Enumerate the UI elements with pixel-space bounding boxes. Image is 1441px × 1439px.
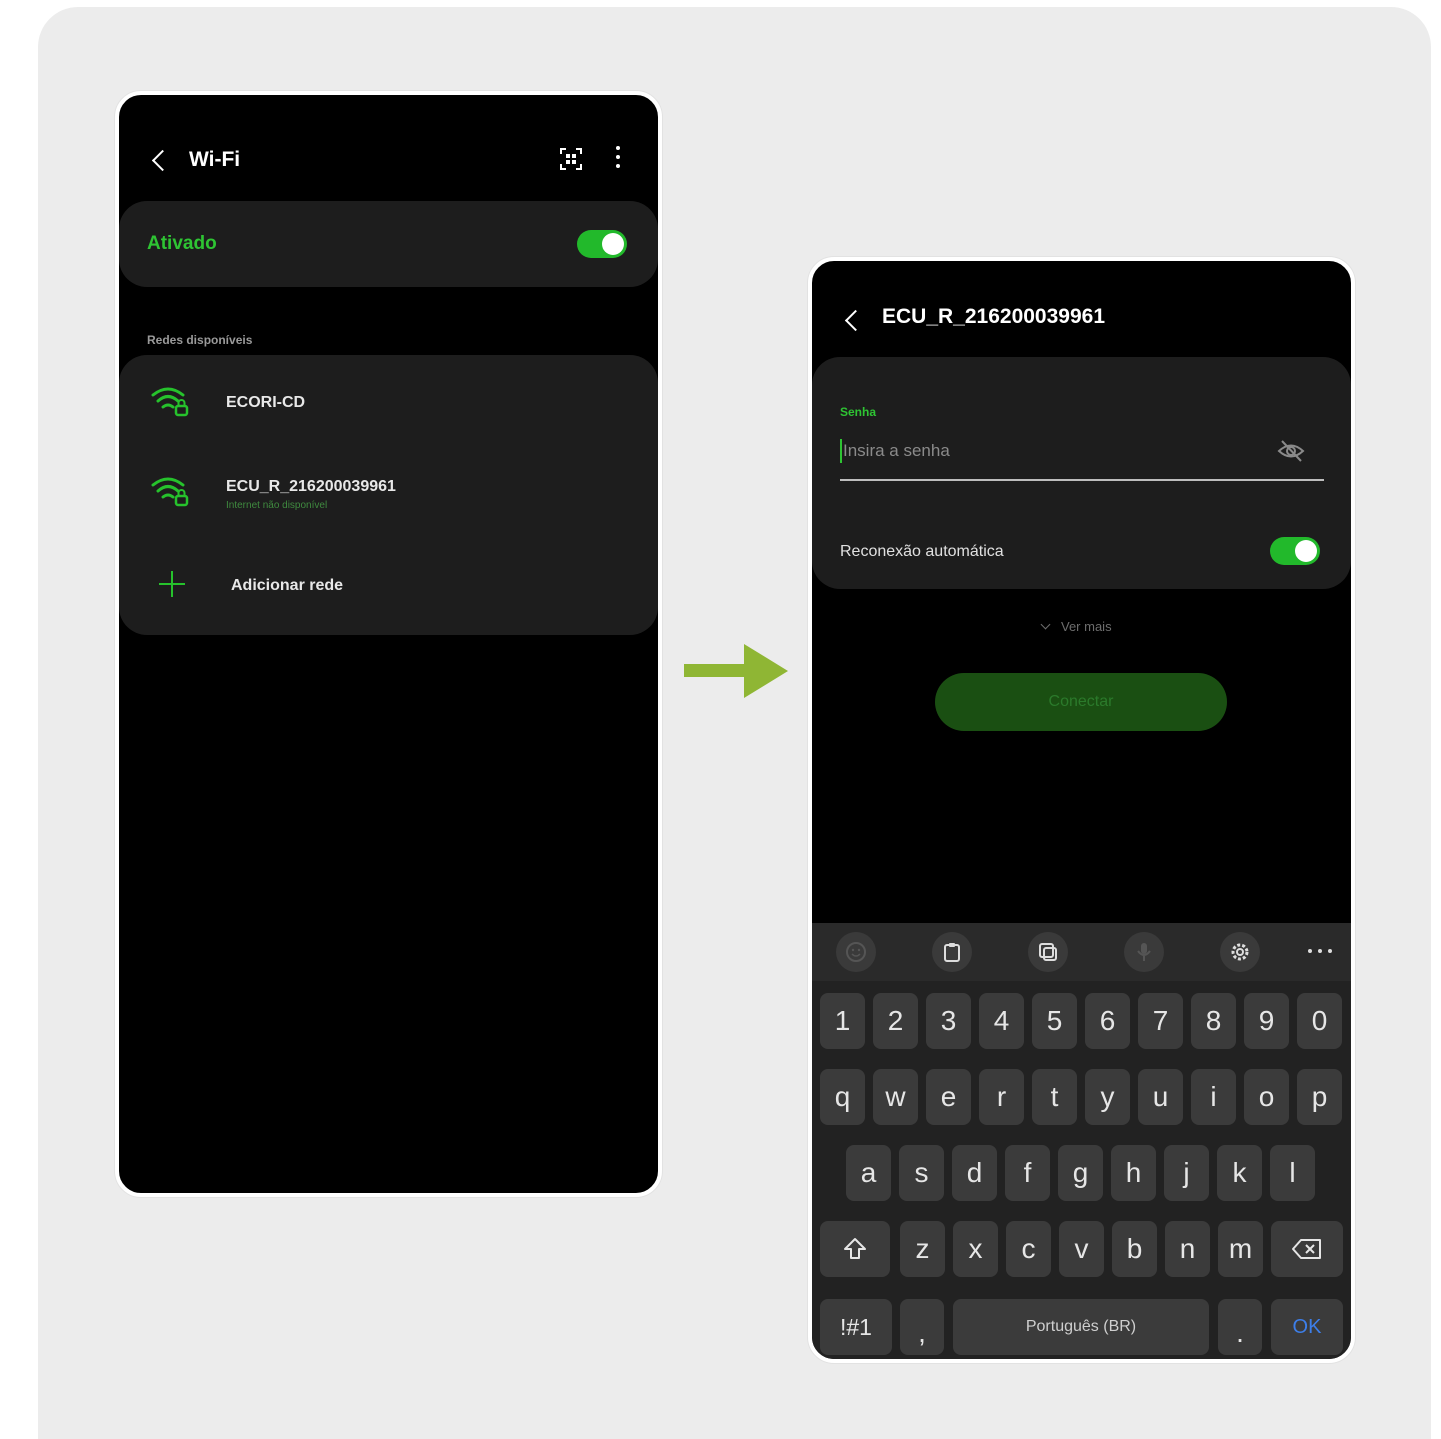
letter-key[interactable]: q bbox=[820, 1069, 865, 1125]
comma-key-label: , bbox=[918, 1317, 926, 1348]
network-name: ECORI-CD bbox=[226, 394, 306, 411]
number-key[interactable]: 4 bbox=[979, 993, 1024, 1049]
add-network-button[interactable]: Adicionar rede bbox=[119, 551, 658, 627]
letter-key[interactable]: n bbox=[1165, 1221, 1210, 1277]
backspace-key[interactable] bbox=[1271, 1221, 1343, 1277]
letter-key[interactable]: v bbox=[1059, 1221, 1104, 1277]
letter-key[interactable]: j bbox=[1164, 1145, 1209, 1201]
letter-key[interactable]: e bbox=[926, 1069, 971, 1125]
network-status: Internet não disponível bbox=[226, 500, 328, 511]
comma-key[interactable]: , bbox=[900, 1299, 944, 1355]
back-arrow-icon[interactable] bbox=[844, 309, 867, 332]
keyboard-toolbar bbox=[812, 923, 1351, 981]
wifi-lock-icon bbox=[151, 387, 189, 417]
letter-key[interactable]: o bbox=[1244, 1069, 1289, 1125]
shift-icon bbox=[844, 1238, 866, 1259]
auto-reconnect-toggle[interactable] bbox=[1270, 537, 1320, 565]
letter-key[interactable]: a bbox=[846, 1145, 891, 1201]
connect-label: Conectar bbox=[1048, 693, 1114, 710]
letter-key[interactable]: r bbox=[979, 1069, 1024, 1125]
password-card: Senha Insira a senha Reconexão automátic… bbox=[812, 357, 1351, 589]
network-name: ECU_R_216200039961 bbox=[226, 478, 396, 495]
ok-key-label: OK bbox=[1292, 1315, 1322, 1338]
letter-key[interactable]: x bbox=[953, 1221, 998, 1277]
number-key[interactable]: 1 bbox=[820, 993, 865, 1049]
list-item-network-2[interactable]: ECU_R_216200039961 Internet não disponív… bbox=[119, 445, 658, 541]
wifi-toggle-row[interactable]: Ativado bbox=[119, 201, 658, 287]
letter-key[interactable]: m bbox=[1218, 1221, 1263, 1277]
back-arrow-icon[interactable] bbox=[151, 149, 174, 172]
clipboard-icon[interactable] bbox=[932, 932, 972, 972]
shift-key[interactable] bbox=[820, 1221, 890, 1277]
number-key[interactable]: 0 bbox=[1297, 993, 1342, 1049]
space-key-label: Português (BR) bbox=[1025, 1318, 1137, 1335]
more-horiz-icon[interactable] bbox=[1308, 949, 1332, 953]
ok-key[interactable]: OK bbox=[1271, 1299, 1343, 1355]
number-key[interactable]: 2 bbox=[873, 993, 918, 1049]
wifi-lock-icon bbox=[151, 477, 189, 507]
eye-off-icon[interactable] bbox=[1276, 437, 1306, 465]
backspace-icon bbox=[1292, 1239, 1321, 1259]
toggle-label: Ativado bbox=[147, 233, 217, 254]
text-cursor bbox=[840, 439, 842, 463]
letter-key[interactable]: t bbox=[1032, 1069, 1077, 1125]
letter-key[interactable]: k bbox=[1217, 1145, 1262, 1201]
letter-key[interactable]: g bbox=[1058, 1145, 1103, 1201]
letter-key[interactable]: h bbox=[1111, 1145, 1156, 1201]
letter-key[interactable]: s bbox=[899, 1145, 944, 1201]
more-vert-icon[interactable] bbox=[616, 146, 621, 168]
letter-key[interactable]: c bbox=[1006, 1221, 1051, 1277]
see-more-label: Ver mais bbox=[1061, 619, 1112, 634]
number-key[interactable]: 3 bbox=[926, 993, 971, 1049]
network-list: ECORI-CD ECU_R_216200039961 Internet não… bbox=[119, 355, 658, 635]
arrow-right-icon bbox=[684, 644, 788, 698]
number-key[interactable]: 8 bbox=[1191, 993, 1236, 1049]
network-password-screen: ECU_R_216200039961 Senha Insira a senha … bbox=[808, 257, 1355, 1363]
page-title: ECU_R_216200039961 bbox=[882, 305, 1106, 328]
letter-key[interactable]: y bbox=[1085, 1069, 1130, 1125]
letter-key[interactable]: l bbox=[1270, 1145, 1315, 1201]
password-input[interactable]: Insira a senha bbox=[840, 435, 1324, 481]
symbols-key[interactable]: !#1 bbox=[820, 1299, 892, 1355]
plus-icon bbox=[159, 571, 185, 597]
space-key[interactable]: Português (BR) bbox=[953, 1299, 1209, 1355]
number-key[interactable]: 6 bbox=[1085, 993, 1130, 1049]
chevron-down-icon bbox=[1040, 619, 1051, 630]
letter-key[interactable]: b bbox=[1112, 1221, 1157, 1277]
section-label: Redes disponíveis bbox=[147, 333, 253, 347]
password-label: Senha bbox=[840, 405, 877, 419]
see-more-button[interactable]: Ver mais bbox=[1040, 619, 1112, 634]
qr-scan-icon[interactable] bbox=[559, 147, 583, 171]
letter-key[interactable]: d bbox=[952, 1145, 997, 1201]
mic-icon[interactable] bbox=[1124, 932, 1164, 972]
number-key[interactable]: 9 bbox=[1244, 993, 1289, 1049]
letter-key[interactable]: z bbox=[900, 1221, 945, 1277]
letter-key[interactable]: w bbox=[873, 1069, 918, 1125]
settings-icon[interactable] bbox=[1220, 932, 1260, 972]
emoji-icon[interactable] bbox=[836, 932, 876, 972]
list-item-network-1[interactable]: ECORI-CD bbox=[119, 355, 658, 445]
auto-reconnect-label: Reconexão automática bbox=[840, 543, 1004, 560]
wifi-settings-screen: Wi-Fi Ativado Redes disponíveis ECORI-CD bbox=[115, 91, 662, 1197]
number-key[interactable]: 5 bbox=[1032, 993, 1077, 1049]
connect-button[interactable]: Conectar bbox=[935, 673, 1227, 731]
letter-key[interactable]: f bbox=[1005, 1145, 1050, 1201]
add-network-label: Adicionar rede bbox=[231, 577, 344, 594]
letter-key[interactable]: i bbox=[1191, 1069, 1236, 1125]
password-placeholder: Insira a senha bbox=[843, 441, 950, 460]
letter-key[interactable]: u bbox=[1138, 1069, 1183, 1125]
page-title: Wi-Fi bbox=[189, 148, 241, 171]
symbols-key-label: !#1 bbox=[840, 1313, 872, 1340]
period-key[interactable]: . bbox=[1218, 1299, 1262, 1355]
number-key[interactable]: 7 bbox=[1138, 993, 1183, 1049]
letter-key[interactable]: p bbox=[1297, 1069, 1342, 1125]
sticker-icon[interactable] bbox=[1028, 932, 1068, 972]
wifi-toggle-switch[interactable] bbox=[577, 230, 627, 258]
on-screen-keyboard: 1234567890 qwertyuiop asdfghjkl zxcvbnm !#1… bbox=[812, 923, 1351, 1359]
period-key-label: . bbox=[1236, 1317, 1244, 1348]
